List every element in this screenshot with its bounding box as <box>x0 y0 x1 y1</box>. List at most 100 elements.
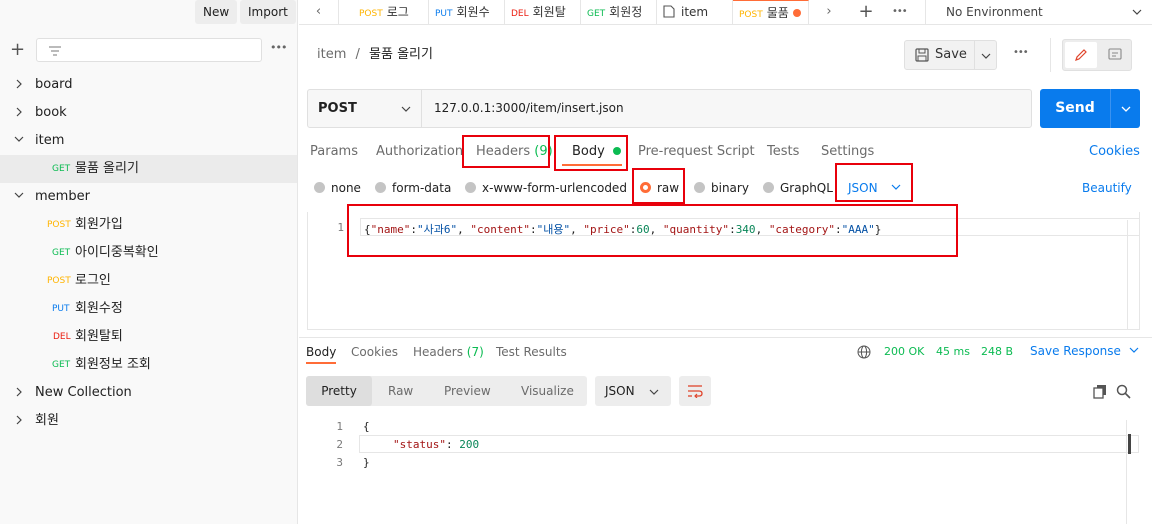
request-tab[interactable]: item <box>657 0 733 24</box>
request-more-icon[interactable]: ••• <box>1013 47 1029 58</box>
body-option-urlencoded[interactable]: x-www-form-urlencoded <box>465 176 627 200</box>
sidebar-request-label: 회원탈퇴 <box>75 329 123 344</box>
send-options-button[interactable] <box>1110 89 1140 128</box>
tab-settings[interactable]: Settings <box>821 140 874 164</box>
body-option-form-data[interactable]: form-data <box>375 176 451 200</box>
environment-selector[interactable]: No Environment <box>925 0 1152 24</box>
save-response-button[interactable]: Save Response <box>1030 344 1139 358</box>
chevron-right-icon[interactable] <box>14 71 24 99</box>
body-option-graphql[interactable]: GraphQL <box>763 176 833 200</box>
response-body-viewer[interactable]: 1 2 3 { "status": 200 } <box>307 414 1140 524</box>
response-format-select[interactable]: JSON <box>595 376 671 406</box>
tab-method-badge: POST <box>739 10 763 20</box>
request-method-badge: GET <box>52 248 71 258</box>
sidebar-request-label: 회원가입 <box>75 217 123 232</box>
sidebar-more-icon[interactable]: ••• <box>270 41 287 54</box>
add-icon[interactable]: + <box>10 40 28 60</box>
request-method-badge: GET <box>52 360 71 370</box>
sidebar-folder[interactable]: book <box>0 99 297 127</box>
response-tab-cookies[interactable]: Cookies <box>351 343 398 361</box>
filter-input[interactable] <box>36 38 262 62</box>
sidebar-folder-label: board <box>35 77 73 92</box>
sidebar-request[interactable]: GET 회원정보 조회 <box>0 351 297 379</box>
save-label: Save <box>935 47 967 62</box>
save-button-group: Save <box>904 40 997 70</box>
response-status[interactable]: 200 OK <box>884 345 924 358</box>
editor-scrollbar[interactable] <box>1126 420 1139 524</box>
import-button[interactable]: Import <box>240 0 296 24</box>
body-option-form-data-label: form-data <box>392 181 452 195</box>
request-tab[interactable]: DEL 회원탈 <box>505 0 581 24</box>
comment-icon <box>1108 48 1122 60</box>
sidebar-folder[interactable]: board <box>0 71 297 99</box>
body-option-none-label: none <box>331 181 361 195</box>
edit-mode-button[interactable] <box>1065 42 1097 68</box>
highlight-json <box>835 163 913 202</box>
sidebar-folder[interactable]: 회원 <box>0 407 297 435</box>
request-method-badge: DEL <box>53 332 71 342</box>
chevron-right-icon[interactable] <box>14 379 24 407</box>
chevron-down-icon <box>981 53 991 59</box>
sidebar-request[interactable]: POST 회원가입 <box>0 211 297 239</box>
view-pretty-button[interactable]: Pretty <box>306 376 372 406</box>
editor-scrollbar[interactable] <box>1127 220 1140 330</box>
chevron-right-icon[interactable] <box>14 99 24 127</box>
tab-params[interactable]: Params <box>310 140 358 164</box>
breadcrumb: item / 물품 올리기 <box>317 47 433 63</box>
scrollbar-thumb[interactable] <box>1128 434 1131 454</box>
response-tab-test-results[interactable]: Test Results <box>496 343 567 361</box>
beautify-link[interactable]: Beautify <box>1082 176 1132 200</box>
globe-icon[interactable] <box>857 345 871 359</box>
save-button[interactable]: Save <box>905 41 973 69</box>
view-visualize-button[interactable]: Visualize <box>521 376 574 406</box>
sidebar-request[interactable]: DEL 회원탈퇴 <box>0 323 297 351</box>
response-tab-underline <box>306 362 336 364</box>
sidebar-folder[interactable]: member <box>0 183 297 211</box>
tab-scroll-left-icon[interactable]: ‹ <box>299 0 339 24</box>
response-tab-body[interactable]: Body <box>306 343 336 363</box>
copy-icon[interactable] <box>1093 384 1107 399</box>
tab-label: 회원탈 <box>532 5 566 19</box>
environment-label: No Environment <box>946 5 1043 19</box>
response-value: 200 <box>459 438 480 451</box>
sidebar-folder[interactable]: New Collection <box>0 379 297 407</box>
view-raw-button[interactable]: Raw <box>388 376 413 406</box>
comment-mode-button[interactable] <box>1099 42 1131 68</box>
body-option-binary[interactable]: binary <box>694 176 749 200</box>
sidebar-request[interactable]: GET 아이디중복확인 <box>0 239 297 267</box>
tab-authorization[interactable]: Authorization <box>376 140 463 164</box>
chevron-down-icon[interactable] <box>14 127 24 155</box>
body-option-none[interactable]: none <box>314 176 361 200</box>
search-icon[interactable] <box>1116 384 1131 399</box>
wrap-lines-button[interactable] <box>679 376 711 406</box>
sidebar-request[interactable]: PUT 회원수정 <box>0 295 297 323</box>
sidebar-folder[interactable]: item <box>0 127 297 155</box>
response-tab-headers[interactable]: Headers (7) <box>413 343 484 361</box>
request-tab[interactable]: PUT 회원수 <box>429 0 505 24</box>
sidebar-request[interactable]: GET 물품 올리기 <box>0 155 297 183</box>
tab-tests[interactable]: Tests <box>767 140 799 164</box>
tab-prerequest-script[interactable]: Pre-request Script <box>638 140 755 164</box>
new-tab-icon[interactable]: + <box>854 0 878 24</box>
response-size[interactable]: 248 B <box>981 345 1013 358</box>
save-options-button[interactable] <box>974 41 997 69</box>
cookies-link[interactable]: Cookies <box>1089 140 1140 164</box>
request-tab[interactable]: POST 로그 <box>353 0 429 24</box>
send-button[interactable]: Send <box>1040 89 1110 128</box>
breadcrumb-current[interactable]: 물품 올리기 <box>369 47 433 62</box>
sidebar-folder-label: New Collection <box>35 385 132 400</box>
chevron-down-icon[interactable] <box>14 183 24 211</box>
url-input[interactable]: 127.0.0.1:3000/item/insert.json <box>434 101 624 115</box>
document-icon <box>663 5 681 19</box>
method-select[interactable]: POST <box>308 90 422 127</box>
new-button[interactable]: New <box>195 0 238 24</box>
request-tab[interactable]: GET 회원정 <box>581 0 657 24</box>
sidebar-request[interactable]: POST 로그인 <box>0 267 297 295</box>
response-time[interactable]: 45 ms <box>936 345 970 358</box>
breadcrumb-parent[interactable]: item <box>317 47 346 62</box>
view-preview-button[interactable]: Preview <box>444 376 491 406</box>
tabs-more-icon[interactable]: ••• <box>892 6 908 17</box>
tab-scroll-right-icon[interactable]: › <box>814 0 844 24</box>
request-tab[interactable]: POST 물품 <box>733 0 809 24</box>
chevron-right-icon[interactable] <box>14 407 24 435</box>
